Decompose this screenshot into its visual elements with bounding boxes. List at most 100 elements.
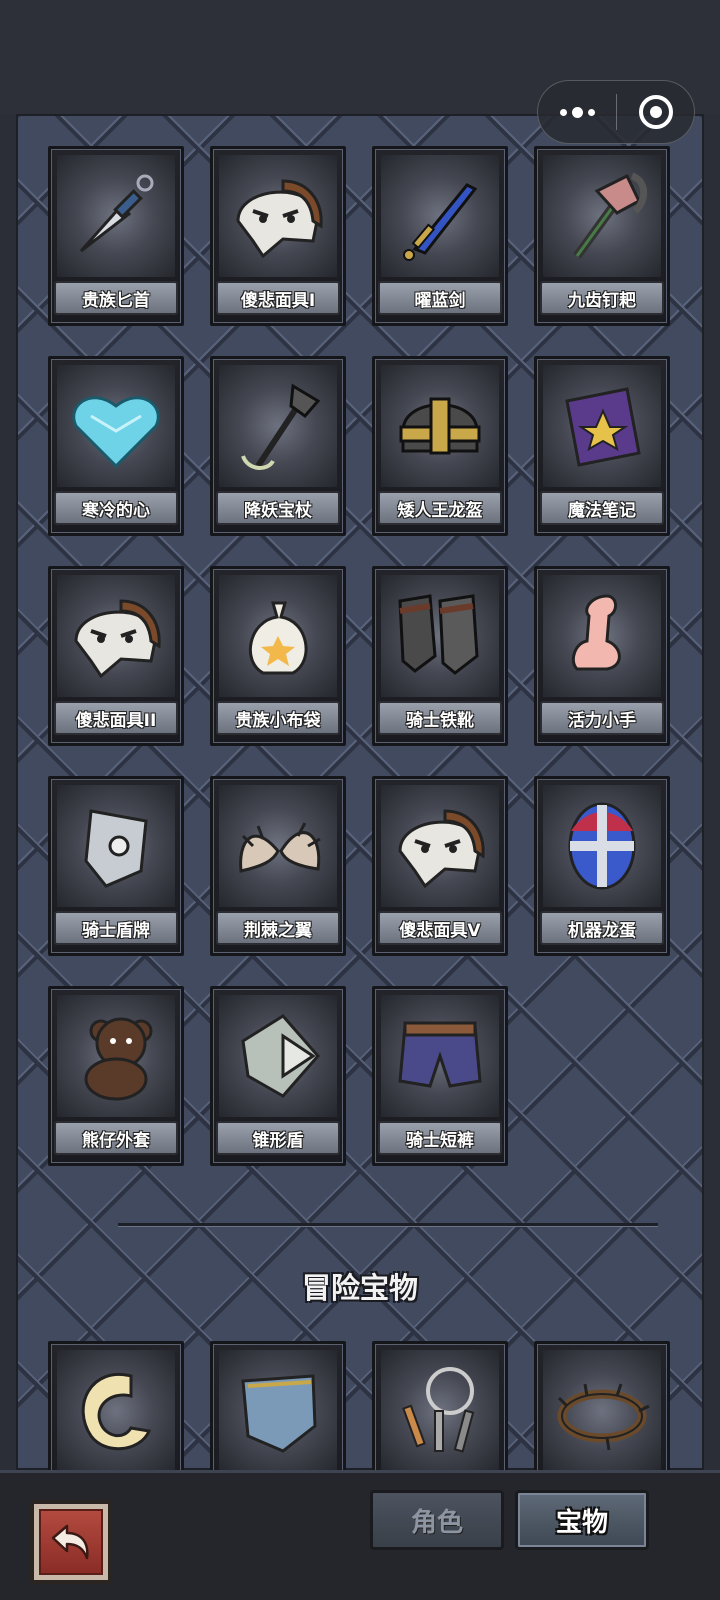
item-art [57, 1350, 175, 1472]
item-name: 降妖宝杖 [244, 500, 312, 521]
item-name: 贵族匕首 [82, 290, 150, 311]
item-art [381, 1350, 499, 1472]
mask-icon [74, 599, 161, 679]
item-card[interactable] [372, 1341, 508, 1491]
item-label: 傻悲面具II [54, 701, 178, 735]
item-label: 贵族匕首 [54, 281, 178, 315]
item-label: 骑士短裤 [378, 1121, 502, 1155]
item-card[interactable]: 机器龙蛋 [534, 776, 670, 956]
item-art [219, 785, 337, 907]
rake-icon [573, 172, 648, 259]
item-art [219, 155, 337, 277]
item-art [57, 995, 175, 1117]
item-label: 锥形盾 [216, 1121, 340, 1155]
spellbook-icon [565, 387, 641, 467]
game-screen: { "capsule": { "menu_icon": "more-dots-i… [0, 0, 720, 1600]
item-label: 傻悲面具V [378, 911, 502, 945]
item-card[interactable]: 矮人王龙盔 [372, 356, 508, 536]
item-name: 骑士盾牌 [82, 920, 150, 941]
cone-shield-icon [241, 1014, 320, 1098]
item-name: 矮人王龙盔 [397, 500, 483, 521]
tab-role[interactable]: 角色 [370, 1490, 504, 1550]
item-label: 活力小手 [540, 701, 664, 735]
item-card[interactable]: 骑士铁靴 [372, 566, 508, 746]
item-name: 傻悲面具II [75, 710, 157, 731]
item-name: 机器龙蛋 [568, 920, 636, 941]
item-name: 曜蓝剑 [414, 290, 466, 311]
section-divider [118, 1223, 658, 1227]
back-button[interactable] [30, 1500, 112, 1584]
item-name: 骑士铁靴 [406, 710, 474, 731]
item-card[interactable]: 九齿钉耙 [534, 146, 670, 326]
shorts-icon [398, 1021, 482, 1088]
item-art [219, 365, 337, 487]
item-art [543, 575, 661, 697]
wings-icon [239, 822, 321, 873]
close-circle-icon[interactable] [617, 95, 694, 129]
item-art [219, 995, 337, 1117]
item-label: 曜蓝剑 [378, 281, 502, 315]
shield-icon [84, 809, 148, 888]
mini-program-capsule [537, 80, 695, 144]
mask-icon [236, 179, 323, 259]
keys-icon [402, 1367, 475, 1453]
item-art [381, 575, 499, 697]
item-label: 贵族小布袋 [216, 701, 340, 735]
back-arrow-icon [51, 1524, 89, 1560]
item-art [57, 365, 175, 487]
item-card[interactable] [534, 1341, 670, 1491]
item-card[interactable]: 傻悲面具II [48, 566, 184, 746]
item-label: 骑士盾牌 [54, 911, 178, 945]
egg-icon [568, 802, 636, 890]
item-label: 矮人王龙盔 [378, 491, 502, 525]
item-name: 九齿钉耙 [568, 290, 636, 311]
item-card[interactable]: 骑士盾牌 [48, 776, 184, 956]
item-card[interactable] [48, 1341, 184, 1491]
thorn-crown-icon [557, 1383, 650, 1451]
helmet-icon [399, 397, 481, 455]
more-dots-icon[interactable] [538, 81, 616, 143]
item-art [219, 1350, 337, 1472]
ice-heart-icon [72, 396, 160, 469]
item-art [543, 155, 661, 277]
item-card[interactable]: 降妖宝杖 [210, 356, 346, 536]
hand-icon [571, 594, 621, 671]
item-card[interactable]: 熊仔外套 [48, 986, 184, 1166]
item-label: 机器龙蛋 [540, 911, 664, 945]
item-art [381, 995, 499, 1117]
item-label: 降妖宝杖 [216, 491, 340, 525]
item-name: 贵族小布袋 [235, 710, 321, 731]
item-label: 魔法笔记 [540, 491, 664, 525]
item-card[interactable]: 贵族小布袋 [210, 566, 346, 746]
item-name: 熊仔外套 [82, 1130, 150, 1151]
item-label: 寒冷的心 [54, 491, 178, 525]
item-name: 锥形盾 [252, 1130, 304, 1151]
item-card[interactable]: 寒冷的心 [48, 356, 184, 536]
item-label: 骑士铁靴 [378, 701, 502, 735]
item-name: 魔法笔记 [568, 500, 636, 521]
item-art [57, 155, 175, 277]
tab-treasure[interactable]: 宝物 [515, 1490, 649, 1550]
armor-plate-icon [241, 1374, 317, 1453]
item-art [543, 1350, 661, 1472]
item-card[interactable]: 荆棘之翼 [210, 776, 346, 956]
item-card[interactable]: 曜蓝剑 [372, 146, 508, 326]
item-card[interactable]: 活力小手 [534, 566, 670, 746]
item-card[interactable]: 傻悲面具V [372, 776, 508, 956]
item-card[interactable] [210, 1341, 346, 1491]
item-name: 寒冷的心 [82, 500, 150, 521]
item-card[interactable]: 骑士短裤 [372, 986, 508, 1166]
item-art [381, 785, 499, 907]
item-name: 骑士短裤 [406, 1130, 474, 1151]
blue-sword-icon [403, 183, 478, 261]
item-label: 傻悲面具I [216, 281, 340, 315]
item-art [219, 575, 337, 697]
item-name: 傻悲面具I [240, 290, 316, 311]
item-card[interactable]: 魔法笔记 [534, 356, 670, 536]
item-name: 傻悲面具V [399, 920, 481, 941]
dagger-icon [79, 174, 154, 253]
item-card[interactable]: 锥形盾 [210, 986, 346, 1166]
item-card[interactable]: 贵族匕首 [48, 146, 184, 326]
item-art [57, 575, 175, 697]
item-card[interactable]: 傻悲面具I [210, 146, 346, 326]
